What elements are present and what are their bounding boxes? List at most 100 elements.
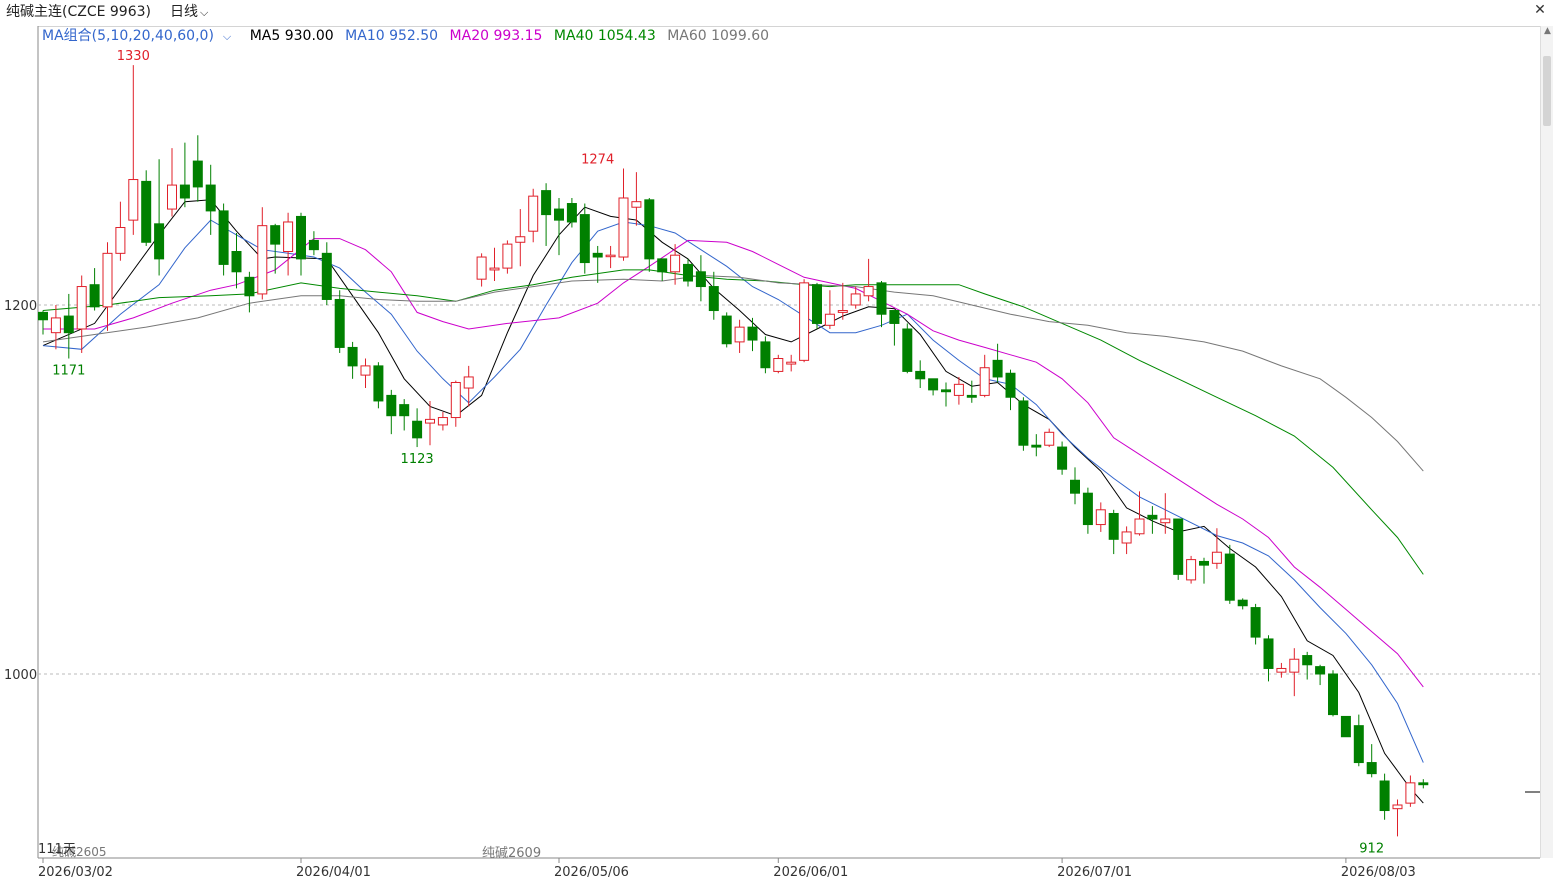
candle-body — [760, 341, 771, 369]
candle-body — [1070, 479, 1080, 494]
candle-body — [786, 361, 797, 365]
candle-body — [876, 282, 887, 315]
candle-body — [734, 326, 745, 343]
candle-body — [605, 254, 616, 258]
candle-body — [141, 180, 152, 243]
title-bar: 纯碱主连(CZCE 9963) 日线 ⌵ ✕ — [0, 0, 1553, 26]
chevron-down-icon: ⌵ — [200, 6, 209, 19]
candle — [799, 279, 810, 363]
candle-body — [812, 284, 822, 324]
candle — [1018, 397, 1029, 451]
candle-body — [179, 184, 190, 199]
candle-body — [463, 376, 474, 389]
candle-body — [334, 298, 345, 348]
legend-ma10: MA10 952.50 — [345, 28, 439, 44]
candle-body — [1121, 531, 1132, 544]
candle-body — [231, 250, 242, 273]
candle — [218, 203, 229, 276]
vertical-scrollbar[interactable]: ▲ — [1540, 26, 1553, 858]
y-tick-label: 1000 — [4, 668, 37, 683]
candle-body — [1018, 400, 1029, 446]
candle-body — [1044, 431, 1055, 446]
candle-body — [554, 208, 564, 221]
candle-body — [1199, 560, 1209, 566]
candle-body — [1418, 782, 1429, 786]
candle-body — [1366, 762, 1377, 775]
candle-body — [579, 214, 590, 264]
candle — [1328, 670, 1338, 717]
candle-body — [566, 203, 577, 223]
candle-body — [902, 328, 913, 372]
candle-body — [657, 258, 668, 273]
candle-body — [1353, 725, 1364, 764]
candle-body — [296, 215, 306, 260]
candle-body — [1224, 553, 1235, 601]
candle-body — [1250, 607, 1261, 638]
candle-body — [1315, 666, 1326, 675]
candle — [1173, 518, 1184, 580]
candle-body — [425, 418, 435, 424]
candle-body — [708, 286, 719, 312]
candle-body — [721, 315, 732, 345]
candle-body — [528, 195, 539, 232]
ma-combo-selector[interactable]: MA组合(5,10,20,40,60,0) ⌵ — [42, 28, 238, 44]
ma-legend: MA组合(5,10,20,40,60,0) ⌵ MA5 930.00 MA10 9… — [42, 25, 776, 45]
candle-body — [1005, 372, 1016, 398]
candle-body — [50, 317, 61, 334]
candle-body — [244, 276, 255, 297]
candle-body — [1211, 551, 1222, 564]
candle-body — [863, 286, 874, 297]
legend-ma60: MA60 1099.60 — [667, 28, 770, 44]
candle-body — [747, 326, 758, 341]
scroll-up-arrow-icon[interactable]: ▲ — [1541, 26, 1553, 40]
candle-body — [386, 394, 397, 417]
x-tick-label: 2026/04/01 — [296, 865, 371, 880]
candle-body — [270, 225, 281, 245]
candle-body — [631, 201, 642, 208]
candle-body — [953, 383, 964, 396]
candle-body — [670, 254, 681, 273]
days-count-label: 111天 — [38, 842, 76, 857]
candle — [1224, 544, 1235, 604]
extreme-price-label: 1274 — [581, 152, 614, 167]
candle-body — [283, 221, 294, 252]
candle-body — [644, 199, 655, 260]
candle-body — [63, 315, 74, 334]
candle-body — [773, 358, 784, 372]
candle-body — [928, 378, 939, 391]
scroll-thumb[interactable] — [1543, 56, 1551, 126]
candle — [812, 282, 822, 329]
close-icon[interactable]: ✕ — [1532, 2, 1548, 18]
candle-body — [941, 389, 951, 393]
candle-body — [1263, 638, 1274, 669]
extreme-price-label: 1330 — [117, 49, 150, 64]
candle-body — [502, 243, 513, 269]
y-tick-label: 1200 — [4, 299, 37, 314]
candle-body — [38, 311, 48, 321]
candle-body — [76, 286, 87, 330]
x-tick-label: 2026/06/01 — [773, 865, 848, 880]
instrument-title: 纯碱主连(CZCE 9963) — [6, 4, 151, 20]
candle-body — [1302, 655, 1313, 666]
candle-body — [205, 184, 216, 212]
period-selector[interactable]: 日线 ⌵ — [170, 0, 208, 25]
x-tick-label: 2026/05/06 — [554, 865, 629, 880]
legend-ma40: MA40 1054.43 — [553, 28, 656, 44]
extreme-price-label: 1123 — [401, 452, 434, 467]
candle-body — [1289, 658, 1300, 673]
candle-body — [1237, 599, 1248, 607]
candle-body — [489, 267, 500, 271]
candle-body — [966, 394, 977, 398]
candle-body — [915, 370, 926, 380]
candle-body — [1031, 444, 1042, 448]
candle-body — [128, 179, 139, 221]
candle-body — [592, 252, 603, 258]
candle — [1340, 715, 1351, 738]
x-tick-label: 2026/08/03 — [1341, 865, 1416, 880]
candle-body — [1082, 492, 1093, 526]
candle-body — [618, 197, 629, 258]
candle-body — [399, 404, 410, 417]
candle — [334, 290, 345, 353]
candle-body — [360, 365, 371, 376]
candle-body — [824, 313, 835, 326]
